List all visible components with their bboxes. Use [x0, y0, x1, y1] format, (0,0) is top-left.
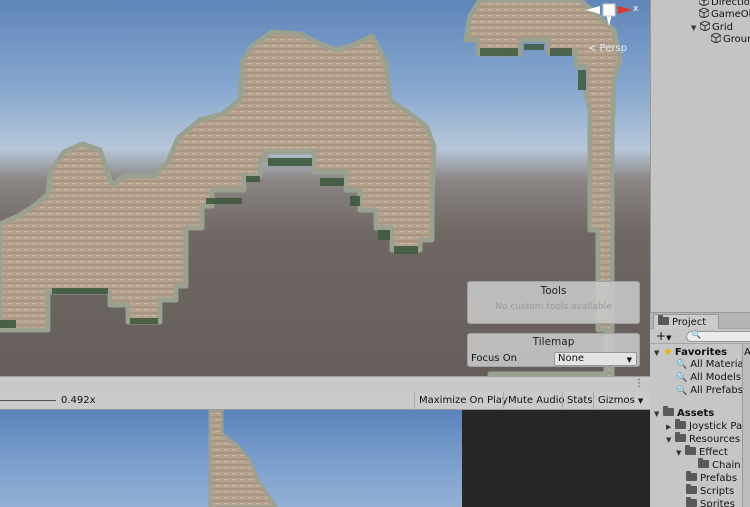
scene-bottom-strip: ⋮ [0, 376, 650, 392]
focus-on-value: None [558, 353, 585, 364]
favorite-item[interactable]: 🔍 All Models [676, 371, 741, 384]
gizmos-label: Gizmos [598, 395, 635, 406]
asset-folder-label: Resources [689, 434, 741, 445]
favorite-item-label: All Models [690, 372, 742, 383]
chevron-down-icon: ▼ [626, 356, 632, 364]
cube-icon [711, 33, 721, 43]
expand-arrow-icon[interactable]: ▼ [676, 447, 685, 460]
hierarchy-item[interactable]: GameOb [699, 8, 750, 21]
chevron-down-icon: ▼ [666, 334, 672, 342]
game-terrain [208, 410, 278, 507]
folder-icon [686, 471, 697, 481]
plus-icon: + [656, 329, 667, 343]
favorite-item-label: All Prefabs [690, 385, 743, 396]
assets-label: Assets [677, 408, 715, 419]
asset-folder[interactable]: Prefabs [686, 471, 738, 485]
asset-folder[interactable]: Scripts [686, 484, 735, 498]
folder-icon [658, 315, 669, 325]
cube-icon [699, 8, 709, 18]
tools-overlay-panel: Tools No custom tools available [467, 281, 640, 324]
hierarchy-item-label: Directio [711, 0, 750, 8]
expand-arrow-icon[interactable]: ▼ [654, 408, 663, 421]
search-icon: 🔍 [691, 330, 701, 339]
assets-header[interactable]: ▼ Assets [654, 406, 715, 421]
game-view[interactable] [0, 410, 462, 507]
tools-panel-subtitle: No custom tools available [495, 302, 612, 312]
scale-slider[interactable] [0, 400, 56, 401]
search-icon: 🔍 [676, 373, 688, 383]
hierarchy-panel: Directio GameOb ▼ Grid Groun [650, 0, 750, 312]
cube-icon [699, 0, 709, 6]
tab-project-label: Project [672, 317, 707, 328]
maximize-on-play-button[interactable]: Maximize On Play [414, 392, 512, 410]
gizmo-x-label: x [633, 4, 639, 14]
hierarchy-item[interactable]: Groun [711, 33, 750, 46]
game-view-toolbar: 0.492x Maximize On Play Mute Audio Stats… [0, 392, 650, 410]
game-view-letterbox [462, 410, 650, 507]
star-icon: ★ [663, 345, 673, 358]
scene-orientation-gizmo[interactable] [586, 0, 638, 26]
asset-folder[interactable]: Chain [698, 458, 741, 472]
cube-icon [700, 21, 710, 31]
asset-folder-label: Sprites [700, 499, 735, 507]
project-tab-bar: Project [650, 312, 750, 330]
favorite-item[interactable]: 🔍 All Materia [676, 358, 744, 371]
tilemap-overlay-panel: Tilemap Focus On None ▼ [467, 333, 640, 367]
chevron-down-icon: ▼ [637, 397, 644, 405]
tools-panel-title: Tools [540, 285, 567, 297]
favorite-item[interactable]: 🔍 All Prefabs [676, 384, 743, 397]
folder-icon [686, 497, 697, 507]
project-folder-tree: ▼ ★ Favorites 🔍 All Materia 🔍 All Models 🔍 Al… [650, 344, 744, 507]
folder-icon [675, 419, 686, 429]
hierarchy-item-label: Grid [712, 22, 733, 33]
favorites-header[interactable]: ▼ ★ Favorites [654, 345, 727, 358]
scale-value: 0.492x [61, 395, 96, 406]
asset-folder-label: Effect [699, 447, 728, 458]
favorite-item-label: All Materia [690, 359, 744, 370]
expand-arrow-icon[interactable]: ▼ [654, 347, 663, 360]
favorites-label: Favorites [674, 347, 728, 358]
asset-folder[interactable]: Sprites [686, 497, 735, 507]
focus-on-label: Focus On [471, 353, 517, 364]
gizmos-button[interactable]: Gizmos ▼ [593, 392, 647, 410]
terrain-left-mass [0, 29, 437, 333]
search-icon: 🔍 [676, 386, 688, 396]
project-content-pane: A [742, 344, 750, 507]
tilemap-panel-title: Tilemap [532, 336, 575, 348]
hierarchy-item-label: GameOb [711, 9, 750, 20]
folder-icon [675, 432, 686, 442]
asset-folder-label: Joystick Pa [689, 421, 743, 432]
focus-on-dropdown[interactable]: None ▼ [554, 352, 637, 366]
folder-icon [663, 406, 674, 416]
folder-icon [686, 484, 697, 494]
kebab-menu-icon[interactable]: ⋮ [634, 378, 644, 389]
tab-project[interactable]: Project [653, 314, 719, 330]
expand-arrow-icon[interactable]: ▼ [666, 434, 675, 447]
project-content-letter: A [744, 347, 750, 358]
project-toolbar: +▼ 🔍 [650, 329, 750, 344]
scene-view[interactable]: x < Persp Tools No custom tools availabl… [0, 0, 650, 392]
search-icon: 🔍 [676, 360, 688, 370]
stats-button[interactable]: Stats [562, 392, 597, 410]
folder-icon [698, 458, 709, 468]
expand-arrow-icon[interactable]: ▼ [691, 22, 700, 35]
asset-folder-label: Scripts [700, 486, 735, 497]
project-search-input[interactable]: 🔍 [686, 330, 750, 342]
create-button[interactable]: +▼ [656, 329, 671, 345]
folder-icon [685, 445, 696, 455]
hierarchy-item-label: Groun [723, 34, 750, 45]
asset-folder-label: Prefabs [700, 473, 738, 484]
projection-label[interactable]: < Persp [588, 43, 627, 54]
mute-audio-button[interactable]: Mute Audio [503, 392, 569, 410]
asset-folder-label: Chain [712, 460, 741, 471]
asset-folder[interactable]: ▼ Resources [666, 432, 741, 447]
